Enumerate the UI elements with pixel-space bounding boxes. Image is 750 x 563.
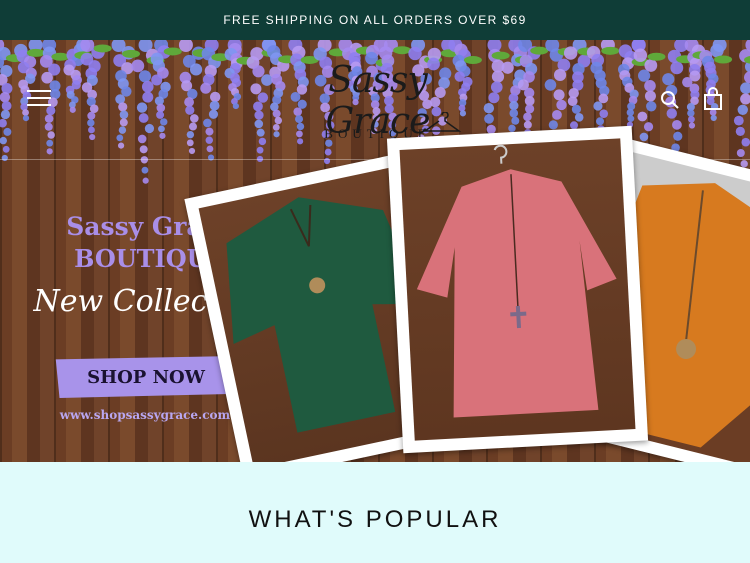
pink-dress-image (416, 144, 617, 418)
shop-now-button[interactable]: SHOP NOW (55, 356, 240, 398)
search-icon[interactable] (660, 90, 680, 110)
announcement-text: FREE SHIPPING ON ALL ORDERS OVER $69 (223, 13, 527, 27)
announcement-bar: FREE SHIPPING ON ALL ORDERS OVER $69 (0, 0, 750, 40)
product-photo-pink-dress (386, 125, 649, 454)
hanger-icon (422, 112, 462, 132)
menu-icon[interactable] (27, 90, 51, 108)
section-title: WHAT'S POPULAR (248, 506, 502, 533)
site-url: www.shopsassygrace.com (59, 408, 231, 422)
hero-banner[interactable]: Sassy Grace BOUTIQUE Sassy Grace BOUTIQU… (0, 40, 750, 462)
cart-icon[interactable] (703, 87, 723, 111)
popular-section: WHAT'S POPULAR (0, 462, 750, 563)
